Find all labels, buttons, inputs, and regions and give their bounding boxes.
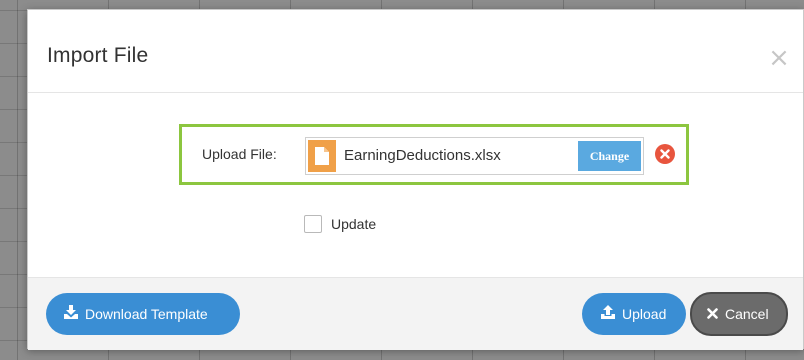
dialog-title: Import File xyxy=(47,44,149,67)
update-checkbox[interactable] xyxy=(304,215,322,233)
upload-file-group: Upload File: EarningDeductions.xlsx Chan… xyxy=(179,124,689,185)
remove-file-icon[interactable] xyxy=(655,144,675,164)
download-template-button[interactable]: Download Template xyxy=(46,293,240,335)
import-file-dialog: Import File × Upload File: EarningDeduct… xyxy=(27,9,804,350)
file-icon xyxy=(308,140,336,172)
download-template-label: Download Template xyxy=(85,306,208,322)
dialog-header: Import File × xyxy=(28,10,803,93)
dialog-body: Upload File: EarningDeductions.xlsx Chan… xyxy=(28,93,803,277)
cancel-button[interactable]: Cancel xyxy=(690,292,788,336)
close-icon xyxy=(707,294,718,334)
upload-button[interactable]: Upload xyxy=(582,293,686,335)
download-icon xyxy=(64,293,78,335)
upload-label: Upload xyxy=(622,306,667,322)
change-file-button[interactable]: Change xyxy=(578,141,641,171)
upload-file-label: Upload File: xyxy=(202,146,277,162)
close-icon[interactable]: × xyxy=(766,45,792,71)
update-label: Update xyxy=(331,216,377,232)
dialog-footer: Download Template Upload Cancel xyxy=(28,277,803,350)
file-input[interactable]: EarningDeductions.xlsx Change xyxy=(305,137,644,175)
upload-icon xyxy=(601,293,615,335)
selected-file-name: EarningDeductions.xlsx xyxy=(344,147,501,164)
cancel-label: Cancel xyxy=(725,306,769,322)
